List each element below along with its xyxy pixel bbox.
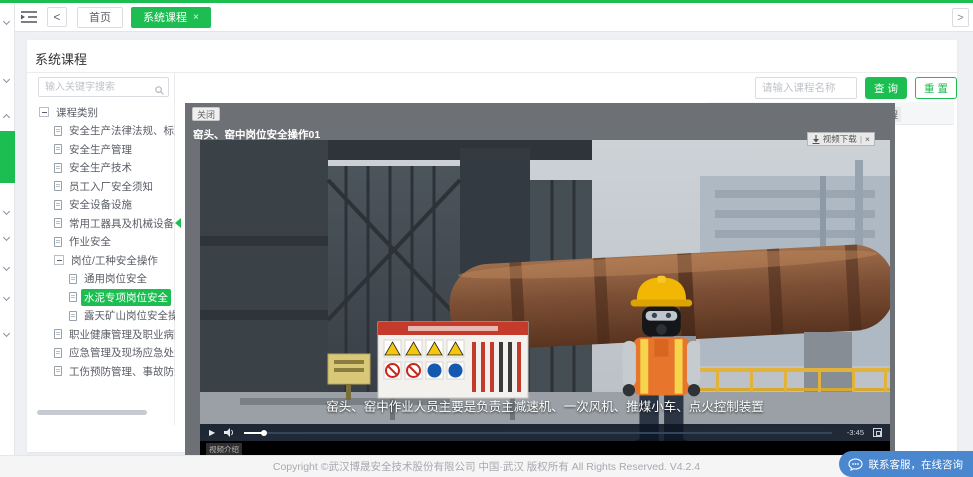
tree-item-label: 露天矿山岗位安全操作 [81,307,175,324]
tree-item[interactable]: 水泥专项岗位安全 [33,288,175,307]
video-intro-tag[interactable]: 视频介绍 [206,443,242,455]
document-icon [54,126,62,136]
collapsed-nav-rail [0,3,15,455]
progress-knob[interactable] [261,430,267,436]
video-control-bar: ▶ -3:45 [200,424,890,441]
document-icon [54,366,62,376]
page-title: 系统课程 [35,49,87,68]
tree-item[interactable]: 安全生产技术 [33,159,175,178]
tree-item[interactable]: 岗位/工种安全操作 [33,251,175,270]
keyword-search-input[interactable] [38,77,169,97]
tree-item[interactable]: 应急管理及现场应急处置 [33,344,175,363]
collapse-box-icon[interactable] [39,107,49,117]
tree-item-label: 工伤预防管理、事故防治及典型 [66,363,175,380]
chevron-down-icon [3,208,10,215]
document-icon [54,163,62,173]
modal-close-button[interactable]: 关闭 [192,107,220,121]
tree-item-label: 应急管理及现场应急处置 [66,344,175,361]
reset-button[interactable]: 重 置 [915,77,957,99]
chat-support-button[interactable]: 联系客服，在线咨询 [839,451,973,477]
tree-item-label: 课程类别 [53,104,101,121]
collapse-box-icon[interactable] [54,255,64,265]
tab-label: 系统课程 [143,9,187,25]
tab-home[interactable]: 首页 [77,7,123,28]
fullscreen-button[interactable] [873,428,882,437]
tree-item-label: 通用岗位安全 [81,270,150,287]
chevron-down-icon [3,234,10,241]
tree-horizontal-scrollbar[interactable] [37,410,147,415]
tree-item-label: 安全设备设施 [66,196,135,213]
query-button[interactable]: 查 询 [865,77,907,99]
play-button[interactable]: ▶ [209,428,215,437]
document-icon [54,329,62,339]
tree-item[interactable]: 课程类别 [33,103,175,122]
tree-item[interactable]: 作业安全 [33,233,175,252]
course-category-tree: 课程类别安全生产法律法规、标准安全生产管理安全生产技术员工入厂安全须知安全设备设… [33,103,175,403]
chevron-down-icon [3,18,10,25]
document-icon [54,200,62,210]
rail-active-item[interactable] [0,131,15,183]
footer: Copyright ©武汉博晟安全技术股份有限公司 中国·武汉 版权所有 All… [0,455,973,477]
chevron-down-icon [3,264,10,271]
chevron-down-icon [3,330,10,337]
tree-item[interactable]: 安全生产法律法规、标准 [33,122,175,141]
video-bottom-strip: 视频介绍 [200,441,890,455]
document-icon [54,237,62,247]
tree-item[interactable]: 工伤预防管理、事故防治及典型 [33,362,175,381]
copyright-text: Copyright ©武汉博晟安全技术股份有限公司 中国·武汉 版权所有 All… [273,459,700,474]
video-download-tag[interactable]: 视频下载 | × [807,132,875,146]
chevron-down-icon [3,76,10,83]
tree-item-label: 常用工器具及机械设备 [66,215,175,232]
document-icon [54,348,62,358]
document-icon [69,311,77,321]
card-header: 系统课程 [27,40,957,73]
document-icon [54,144,62,154]
tree-item-label: 作业安全 [66,233,114,250]
document-icon [54,181,62,191]
tree-item-label: 安全生产法律法规、标准 [66,122,175,139]
fold-menu-icon[interactable] [21,9,39,25]
tab-close-icon[interactable]: × [193,12,199,23]
tree-item[interactable]: 通用岗位安全 [33,270,175,289]
tree-item-label: 安全生产技术 [66,159,135,176]
tree-item-label: 水泥专项岗位安全 [81,289,171,306]
download-icon [812,135,820,144]
tree-item-label: 员工入厂安全须知 [66,178,156,195]
tab-back-button[interactable]: < [47,7,67,27]
tree-item-label: 职业健康管理及职业病防治 [66,326,175,343]
tree-item[interactable]: 安全生产管理 [33,140,175,159]
search-icon [155,82,164,100]
course-category-panel: 课程类别安全生产法律法规、标准安全生产管理安全生产技术员工入厂安全须知安全设备设… [33,73,175,425]
top-accent-line [0,0,973,3]
tab-next-button[interactable]: > [952,8,969,27]
course-name-input[interactable] [755,77,857,99]
chevron-down-icon [3,294,10,301]
time-remaining: -3:45 [847,428,864,437]
document-icon [54,218,62,228]
document-icon [69,292,77,302]
document-icon [69,274,77,284]
volume-icon[interactable] [224,428,234,437]
tab-system-courses[interactable]: 系统课程 × [131,7,211,28]
tree-item[interactable]: 露天矿山岗位安全操作 [33,307,175,326]
video-subtitle: 窑头、窑中作业人员主要是负责主减速机、一次风机、推煤小车、点火控制装置 [200,396,890,415]
download-close-icon[interactable]: × [865,134,870,144]
video-modal: 关闭 窑头、窑中岗位安全操作01 视频下载 | × [185,103,895,455]
tab-bar: < 首页 系统课程 × > [15,3,973,32]
tag-divider: | [860,134,862,144]
tree-item-label: 岗位/工种安全操作 [68,252,161,269]
chat-label: 联系客服，在线咨询 [869,457,964,472]
download-label: 视频下载 [823,133,857,145]
tree-item[interactable]: 职业健康管理及职业病防治 [33,325,175,344]
chevron-up-icon [3,114,10,121]
video-player[interactable]: 窑头、窑中作业人员主要是负责主减速机、一次风机、推煤小车、点火控制装置 ▶ -3… [200,140,890,455]
tree-item[interactable]: 员工入厂安全须知 [33,177,175,196]
tree-item-label: 安全生产管理 [66,141,135,158]
panel-collapse-handle[interactable] [175,218,181,228]
tree-item[interactable]: 安全设备设施 [33,196,175,215]
progress-bar[interactable] [244,432,832,434]
chat-bubble-icon [848,458,863,471]
tree-item[interactable]: 常用工器具及机械设备 [33,214,175,233]
